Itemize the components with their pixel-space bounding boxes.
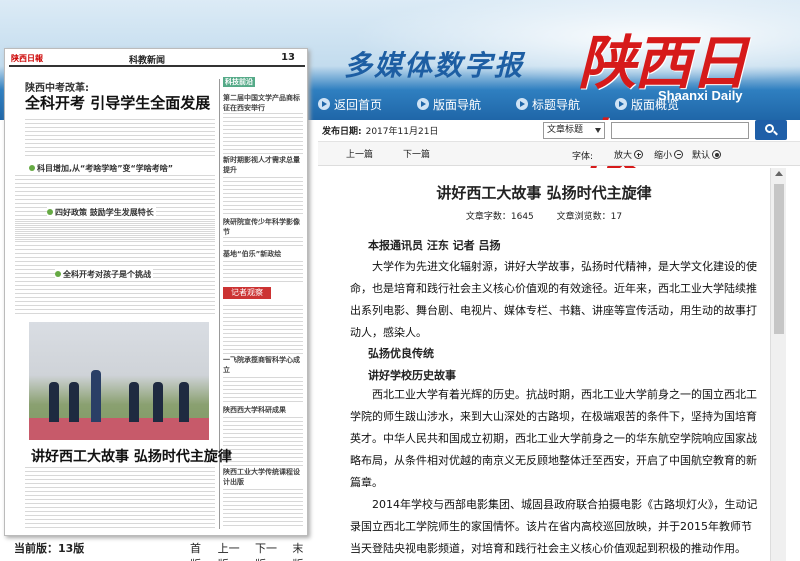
nav-page-navigation[interactable]: 版面导航 — [417, 93, 481, 115]
search-field-select-value: 文章标题 — [547, 125, 584, 135]
article-subheading: 讲好学校历史故事 — [368, 369, 456, 382]
paper-right-column[interactable] — [223, 305, 303, 529]
search-bar: 发布日期: 2017年11月21日 文章标题 — [318, 120, 800, 142]
nav-title-navigation-label: 标题导航 — [532, 97, 581, 112]
article-paragraph: 西北工业大学有着光辉的历史。抗战时期，西北工业大学前身之一的国立西北工学院的师生… — [350, 388, 757, 489]
paper-text-block[interactable] — [25, 467, 215, 531]
search-button[interactable] — [755, 120, 787, 140]
zoom-in-label: 放大 — [614, 151, 633, 161]
bullet-icon — [47, 209, 53, 215]
paper-subhead-text: 全科开考对孩子是个挑战 — [63, 270, 151, 279]
article-stats: 文章字数：1645 文章浏览数：17 — [318, 209, 770, 222]
zoom-out-label: 缩小 — [654, 151, 673, 161]
nav-page-navigation-label: 版面导航 — [433, 97, 482, 112]
article-paragraph: 大学作为先进文化辐射源，讲好大学故事，弘扬时代精神，是大学文化建设的使命，也是培… — [350, 260, 757, 339]
default-size-label: 默认 — [692, 151, 711, 161]
article-content: 讲好西工大故事 弘扬时代主旋律 文章字数：1645 文章浏览数：17 本报通讯员… — [318, 168, 770, 561]
word-count: 文章字数：1645 — [465, 212, 534, 222]
photo-figure — [179, 382, 189, 422]
nav-home[interactable]: 返回首页 — [318, 93, 382, 115]
article-title: 讲好西工大故事 弘扬时代主旋律 — [436, 184, 652, 202]
prev-article-link[interactable]: 上一篇 — [346, 147, 373, 160]
arrow-right-icon — [516, 98, 529, 110]
current-page-label: 当前版：13版 — [14, 542, 85, 555]
paper-right-title[interactable]: 陕研院宣传少年科学影像节 — [223, 217, 303, 237]
search-field-select[interactable]: 文章标题 — [543, 122, 605, 139]
arrow-right-icon — [417, 98, 430, 110]
paper-subhead-text: 科目增加,从“考啥学啥”变“学啥考啥” — [37, 164, 174, 173]
default-size-button[interactable]: 默认 — [692, 148, 722, 161]
article-subheading: 弘扬优良传统 — [368, 347, 434, 360]
page-preview-panel: 陕西日報 科教新闻 13 陕西中考改革: 全科开考 引导学生全面发展 科目增加,… — [0, 44, 320, 561]
paper-subhead[interactable]: 四好政策 鼓励学生发展特长 — [47, 207, 156, 218]
first-page-link[interactable]: 首版 — [190, 540, 210, 561]
nav-home-label: 返回首页 — [334, 97, 383, 112]
article-scrollbar[interactable] — [770, 168, 786, 561]
photo-figure — [49, 382, 59, 422]
paper-logo: 陕西日報 — [11, 54, 43, 63]
plus-icon — [634, 150, 644, 159]
publish-date-label: 发布日期: — [322, 127, 362, 137]
paper-text-block[interactable] — [25, 119, 215, 159]
paper-right-title[interactable]: 基地“伯乐”新政绘 — [223, 249, 303, 259]
paper-subhead[interactable]: 科目增加,从“考啥学啥”变“学啥考啥” — [29, 163, 176, 174]
scroll-up-icon[interactable] — [775, 171, 783, 176]
reset-icon — [712, 150, 722, 159]
paper-photo[interactable] — [29, 322, 209, 440]
paper-section-name: 科教新闻 — [129, 56, 166, 66]
scrollbar-thumb[interactable] — [774, 184, 784, 334]
paper-subhead-text: 四好政策 鼓励学生发展特长 — [55, 208, 154, 217]
paper-right-title[interactable]: 一飞院承揽商智科学心成立 — [223, 355, 303, 375]
photo-figure — [69, 382, 79, 422]
zoom-in-button[interactable]: 放大 — [614, 148, 644, 161]
bullet-icon — [29, 165, 35, 171]
font-size-label: 字体: — [572, 152, 594, 162]
main-nav: 返回首页 版面导航 标题导航 版面概览 — [318, 93, 714, 115]
paper-tag: 记者观察 — [223, 287, 271, 299]
paper-page-number: 13 — [281, 52, 295, 63]
paper-subhead[interactable]: 全科开考对孩子是个挑战 — [55, 269, 153, 280]
nav-page-overview[interactable]: 版面概览 — [615, 93, 679, 115]
paper-bottom-headline[interactable]: 讲好西工大故事 弘扬时代主旋律 — [31, 446, 232, 466]
photo-figure — [91, 370, 101, 422]
page-navigation: 首版 上一版 下一版 末版 — [190, 540, 320, 561]
nav-title-navigation[interactable]: 标题导航 — [516, 93, 580, 115]
paper-right-title[interactable]: 陕西西大学科研成果 — [223, 405, 303, 415]
publish-date: 2017年11月21日 — [365, 127, 439, 137]
paper-right-title[interactable]: 新时期影视人才需求总量提升 — [223, 155, 303, 175]
paper-right-title[interactable]: 陕西工业大学传统课程设计出版 — [223, 467, 303, 487]
view-count: 文章浏览数：17 — [556, 212, 623, 222]
paper-masthead: 陕西日報 科教新闻 13 — [9, 52, 305, 67]
next-article-link[interactable]: 下一篇 — [403, 147, 430, 160]
last-page-link[interactable]: 末版 — [292, 540, 312, 561]
photo-figure — [129, 382, 139, 422]
search-input[interactable] — [611, 122, 749, 139]
search-icon-handle — [773, 130, 778, 136]
prev-page-link[interactable]: 上一版 — [218, 540, 247, 561]
site-title: 多媒体数字报 — [344, 49, 525, 82]
next-page-link[interactable]: 下一版 — [255, 540, 284, 561]
newspaper-page-thumbnail[interactable]: 陕西日報 科教新闻 13 陕西中考改革: 全科开考 引导学生全面发展 科目增加,… — [4, 48, 308, 536]
arrow-right-icon — [615, 98, 628, 110]
paper-right-title[interactable]: 第二届中国文学产品商标征在西安举行 — [223, 93, 303, 113]
article-paragraph: 2014年学校与西部电影集团、城固县政府联合拍摄电影《古路坝灯火》，生动记录国立… — [350, 498, 758, 555]
app-window: 多媒体数字报 陕西日報 Shaanxi Daily 返回首页 版面导航 标题导航… — [0, 0, 800, 561]
nav-page-overview-label: 版面概览 — [631, 97, 680, 112]
chevron-down-icon — [595, 128, 601, 133]
zoom-out-button[interactable]: 缩小 — [654, 148, 684, 161]
article-byline: 本报通讯员 汪东 记者 吕扬 — [368, 239, 501, 252]
photo-figure — [153, 382, 163, 422]
article-toolbar: 上一篇 下一篇 字体: 放大 缩小 默认 — [318, 142, 800, 166]
paper-right-heading: 科技前沿 — [223, 77, 255, 87]
bullet-icon — [55, 271, 61, 277]
paper-text-block[interactable] — [15, 281, 215, 317]
paper-headline[interactable]: 全科开考 引导学生全面发展 — [25, 92, 210, 113]
minus-icon — [674, 150, 684, 159]
